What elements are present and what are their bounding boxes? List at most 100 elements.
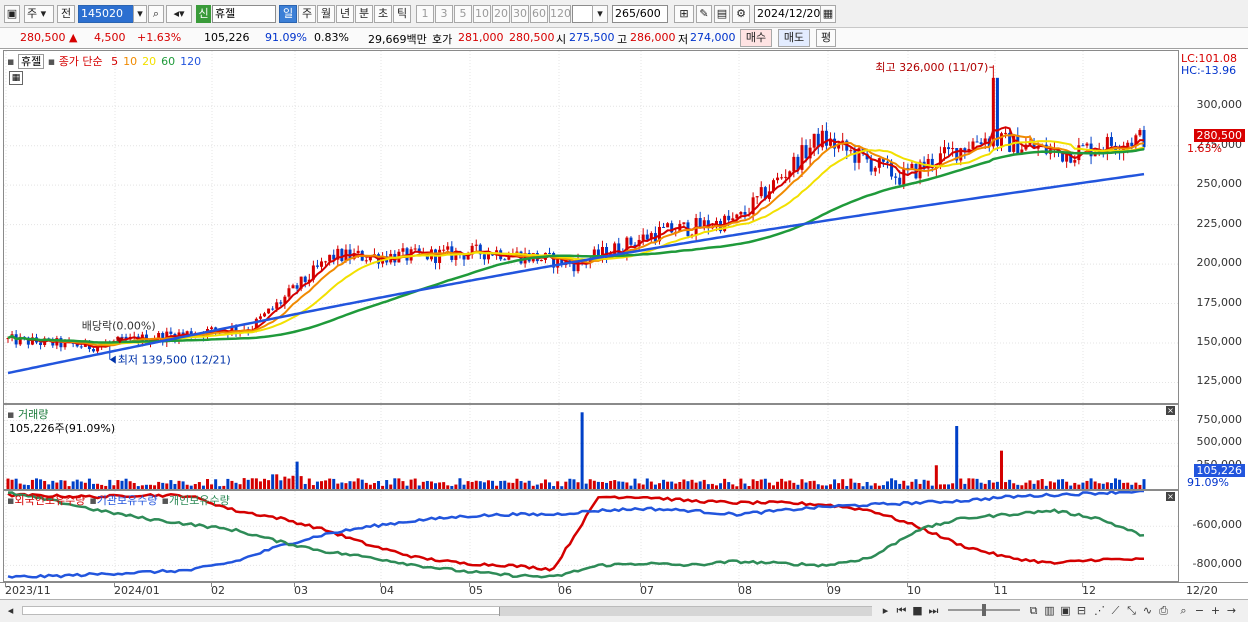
stock-code-input[interactable]: 145020 bbox=[78, 5, 134, 23]
blank-dropdown-icon[interactable]: ▾ bbox=[592, 5, 608, 23]
interval-button[interactable]: 20 bbox=[492, 5, 510, 23]
count-total: /600 bbox=[636, 7, 661, 20]
settings-icon[interactable]: ⚙ bbox=[732, 5, 750, 23]
volume-bar bbox=[132, 482, 136, 489]
scroll-track[interactable] bbox=[22, 606, 872, 616]
layout-icon[interactable]: ⧉ bbox=[1026, 603, 1041, 618]
buy-button[interactable]: 매수 bbox=[740, 29, 772, 47]
legend-square-icon: ▪ bbox=[47, 55, 56, 68]
volume-bar bbox=[254, 478, 258, 489]
save-icon[interactable]: ▤ bbox=[714, 5, 730, 23]
candle-body bbox=[951, 148, 955, 150]
zoom-search-icon[interactable]: ⌕ bbox=[1176, 603, 1191, 618]
volume-bar bbox=[303, 483, 307, 489]
x-axis-tick bbox=[640, 583, 641, 587]
draw-icon[interactable]: ✎ bbox=[696, 5, 712, 23]
candle-body bbox=[267, 308, 271, 314]
candle-body bbox=[780, 177, 784, 179]
zoom-out-icon[interactable]: − bbox=[1192, 603, 1207, 618]
volume-last-pct: 91.09% bbox=[1187, 476, 1229, 489]
grid-toggle-icon[interactable]: ▦ bbox=[9, 71, 23, 85]
volume-close-icon[interactable]: × bbox=[1166, 406, 1175, 415]
candle-body bbox=[92, 349, 96, 352]
period-tab[interactable]: 틱 bbox=[393, 5, 411, 23]
zoom-slider-handle[interactable] bbox=[982, 604, 986, 616]
interval-button[interactable]: 5 bbox=[454, 5, 472, 23]
holding-close-icon[interactable]: × bbox=[1166, 492, 1175, 501]
interval-button[interactable]: 3 bbox=[435, 5, 453, 23]
stop-icon[interactable]: ■ bbox=[910, 603, 925, 618]
period-tab[interactable]: 초 bbox=[374, 5, 392, 23]
interval-button[interactable]: 1 bbox=[416, 5, 434, 23]
prev-button[interactable]: 전 bbox=[57, 5, 75, 23]
volume-bar bbox=[828, 484, 832, 489]
interval-button[interactable]: 30 bbox=[511, 5, 529, 23]
speaker-icon[interactable]: ◂▾ bbox=[166, 5, 192, 23]
volume-bar bbox=[763, 478, 767, 489]
line-tool-icon[interactable]: ⋰ bbox=[1092, 603, 1107, 618]
volume-bar bbox=[629, 485, 633, 489]
volume-bar bbox=[328, 478, 332, 489]
pattern-tool-icon[interactable]: ∿ bbox=[1140, 603, 1155, 618]
interval-button[interactable]: 120 bbox=[549, 5, 571, 23]
price-panel[interactable]: 최고 326,000 (11/07) 최저 139,500 (12/21) 배당락(… bbox=[3, 50, 1179, 404]
volume-bar bbox=[991, 482, 995, 489]
period-tab[interactable]: 년 bbox=[336, 5, 354, 23]
date-field[interactable]: 2024/12/20 bbox=[754, 5, 824, 23]
volume-bar bbox=[873, 483, 877, 489]
volume-bar bbox=[377, 481, 381, 489]
arrange-icon[interactable]: ⊟ bbox=[1074, 603, 1089, 618]
stock-name-field[interactable]: 휴젤 bbox=[212, 5, 276, 23]
period-tab[interactable]: 주 bbox=[298, 5, 316, 23]
scroll-left-icon[interactable]: ◂ bbox=[3, 603, 18, 618]
volume-bar bbox=[71, 481, 75, 489]
calendar-icon[interactable]: ▦ bbox=[820, 5, 836, 23]
volume-bar bbox=[983, 483, 987, 489]
volume-bar bbox=[311, 485, 315, 489]
market-select[interactable]: 주 ▾ bbox=[24, 5, 54, 23]
holding-legend: ▪외국인보유수량 ▪기관보유수량 ▪개인보유수량 bbox=[7, 492, 230, 508]
eval-button[interactable]: 평 bbox=[816, 29, 836, 47]
volume-bar bbox=[470, 481, 474, 489]
candle-body bbox=[503, 259, 507, 261]
interval-button[interactable]: 60 bbox=[530, 5, 548, 23]
search-icon[interactable]: ⌕ bbox=[148, 5, 164, 23]
scroll-thumb[interactable] bbox=[499, 607, 872, 616]
legend-square-icon: ▪ bbox=[7, 55, 15, 68]
interval-button[interactable]: 10 bbox=[473, 5, 491, 23]
volume-bar bbox=[588, 479, 592, 489]
split-icon[interactable]: ▥ bbox=[1042, 603, 1057, 618]
price-tick-label: 300,000 bbox=[1196, 98, 1243, 112]
candle-body bbox=[812, 133, 816, 148]
volume-bar bbox=[238, 484, 242, 489]
volume-bar bbox=[360, 479, 364, 489]
count-field[interactable]: 265/600 bbox=[612, 5, 668, 23]
scroll-right-icon[interactable]: ▸ bbox=[878, 603, 893, 618]
volume-bar bbox=[22, 484, 26, 489]
rewind-icon[interactable]: ⏮ bbox=[894, 603, 909, 618]
ma-legend-item: 10 bbox=[123, 55, 138, 68]
window-menu-icon[interactable]: ▣ bbox=[4, 5, 20, 23]
volume-bar bbox=[1089, 478, 1093, 489]
volume-bar bbox=[177, 480, 181, 489]
zoom-slider[interactable] bbox=[948, 604, 1020, 616]
compare-icon[interactable]: ⊞ bbox=[674, 5, 694, 23]
zoom-in-icon[interactable]: + bbox=[1208, 603, 1223, 618]
trend-tool-icon[interactable]: ⟋ bbox=[1108, 603, 1123, 618]
fib-tool-icon[interactable]: ⤡ bbox=[1124, 603, 1139, 618]
sell-button[interactable]: 매도 bbox=[778, 29, 810, 47]
print-icon[interactable]: ⎙ bbox=[1156, 603, 1171, 618]
window-icon[interactable]: ▣ bbox=[1058, 603, 1073, 618]
volume-tick-label: 750,000 bbox=[1196, 412, 1243, 426]
period-tab[interactable]: 분 bbox=[355, 5, 373, 23]
volume-bar bbox=[1118, 479, 1122, 489]
fast-forward-icon[interactable]: ⏭ bbox=[926, 603, 941, 618]
code-dropdown-icon[interactable]: ▾ bbox=[133, 5, 147, 23]
volume-bar bbox=[401, 481, 405, 489]
period-tab[interactable]: 일 bbox=[279, 5, 297, 23]
holding-panel[interactable]: ▪외국인보유수량 ▪기관보유수량 ▪개인보유수량 × bbox=[3, 490, 1179, 582]
arrow-right-icon[interactable]: → bbox=[1224, 603, 1239, 618]
volume-panel[interactable]: ▪ 거래량 105,226주(91.09%) × bbox=[3, 404, 1179, 490]
period-tab[interactable]: 월 bbox=[317, 5, 335, 23]
candle-body bbox=[1081, 145, 1085, 147]
